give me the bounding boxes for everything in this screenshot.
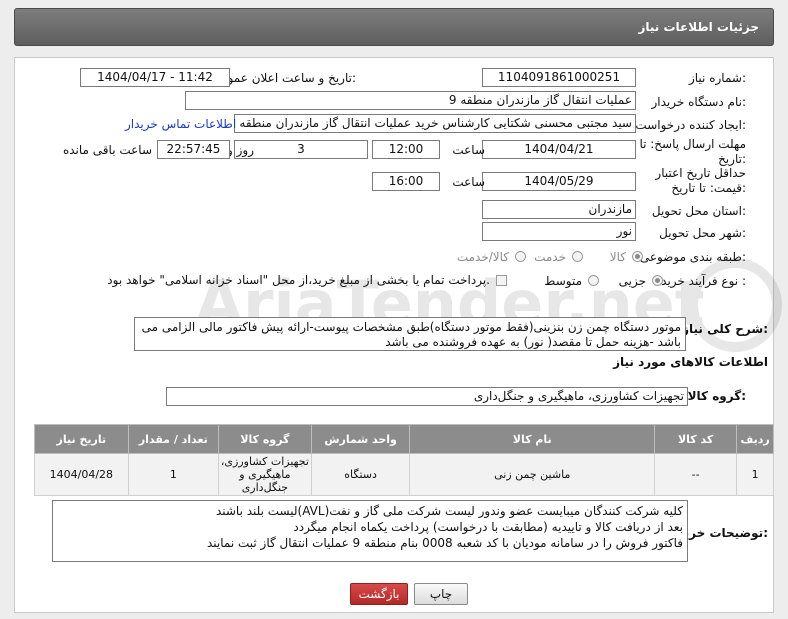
province-label: استان محل تحویل:	[651, 204, 746, 218]
announce-datetime-label: تاریخ و ساعت اعلان عمومی:	[211, 71, 356, 85]
requester-field: سید مجتبی محسنی شکتایی کارشناس خرید عملی…	[234, 114, 636, 133]
cell-goods-code: --	[654, 453, 738, 496]
general-desc-label: شرح کلی نیاز:	[682, 322, 768, 336]
process-minor-radio[interactable]	[652, 275, 663, 286]
buyer-notes-textarea: کلیه شرکت کنندگان میبایست عضو وندور لیست…	[52, 500, 688, 562]
cell-quantity: 1	[127, 453, 219, 496]
category-goods-radio[interactable]	[632, 251, 643, 262]
city-field: نور	[482, 222, 636, 241]
col-goods-name: نام کالا	[409, 424, 656, 454]
category-label: طبقه بندی موضوعی:	[639, 250, 746, 264]
treasury-payment-note: پرداخت تمام یا بخشی از مبلغ خرید،از محل …	[107, 273, 490, 287]
page-header: جزئیات اطلاعات نیاز	[14, 8, 774, 46]
category-goods-label: کالا	[609, 250, 626, 264]
need-number-label: شماره نیاز:	[688, 71, 746, 85]
process-minor-label: جزیی	[618, 274, 646, 288]
cell-goods-group: تجهیزات کشاورزی، ماهیگیری و جنگل‌داری	[217, 453, 312, 496]
remaining-time-field: 22:57:45	[157, 140, 230, 159]
cell-need-date: 1404/04/28	[34, 453, 129, 496]
col-goods-code: کد کالا	[654, 424, 738, 454]
col-quantity: تعداد / مقدار	[127, 424, 219, 454]
goods-group-field: تجهیزات کشاورزی، ماهیگیری و جنگل‌داری	[166, 387, 688, 406]
buyer-note-line-2: بعد از دریافت کالا و تاییدیه (مطابقت با …	[293, 520, 683, 534]
cell-goods-name: ماشین چمن زنی	[409, 453, 656, 496]
deadline-time-label: ساعت	[452, 143, 485, 157]
validity-time-field: 16:00	[372, 172, 440, 191]
city-label: شهر محل تحویل:	[659, 226, 746, 240]
treasury-payment-checkbox[interactable]	[496, 275, 507, 286]
col-row: ردیف	[736, 424, 774, 454]
requester-label: ایجاد کننده درخواست:	[635, 118, 746, 132]
need-number-field: 1104091861000251	[482, 68, 636, 87]
deadline-date-field: 1404/04/21	[482, 140, 636, 159]
price-validity-label: حداقل تاریخ اعتبار قیمت: تا تاریخ:	[655, 166, 746, 195]
category-both-label: کالا/خدمت	[456, 250, 509, 264]
category-service-label: خدمت	[534, 250, 566, 264]
table-row[interactable]: 1404/04/28 1 تجهیزات کشاورزی، ماهیگیری و…	[34, 453, 774, 496]
general-desc-textarea: موتور دستگاه چمن زن بنزینی(فقط موتور دست…	[134, 317, 686, 351]
category-both-radio[interactable]	[515, 251, 526, 262]
buyer-org-label: نام دستگاه خریدار:	[651, 95, 747, 109]
buyer-contact-link[interactable]: اطلاعات تماس خریدار	[125, 117, 236, 131]
remaining-time-label: ساعت باقی مانده	[62, 143, 152, 157]
goods-table-header: تاریخ نیاز تعداد / مقدار گروه کالا واحد …	[34, 424, 774, 454]
col-goods-group: گروه کالا	[217, 424, 312, 454]
announce-datetime-field: 1404/04/17 - 11:42	[80, 68, 230, 87]
print-button[interactable]: چاپ	[414, 583, 468, 605]
process-type-label: نوع فرآیند خرید :	[661, 274, 746, 288]
buyer-note-line-3: فاکتور فروش را در سامانه مودیان با کد شع…	[206, 536, 683, 550]
page-title: جزئیات اطلاعات نیاز	[638, 20, 759, 34]
process-medium-radio[interactable]	[588, 275, 599, 286]
province-field: مازندران	[482, 200, 636, 219]
deadline-time-field: 12:00	[372, 140, 440, 159]
col-need-date: تاریخ نیاز	[34, 424, 129, 454]
buyer-org-field: عملیات انتقال گاز مازندران منطقه 9	[185, 91, 636, 110]
cell-unit: دستگاه	[310, 453, 411, 496]
days-label: روز و	[227, 143, 254, 157]
goods-group-label: گروه کالا:	[687, 389, 746, 403]
category-service-radio[interactable]	[572, 251, 583, 262]
deadline-label: مهلت ارسال پاسخ: تا تاریخ:	[639, 137, 746, 166]
validity-time-label: ساعت	[452, 175, 485, 189]
process-medium-label: متوسط	[544, 274, 582, 288]
back-button[interactable]: بازگشت	[350, 583, 408, 605]
days-field: 3	[234, 140, 368, 159]
validity-date-field: 1404/05/29	[482, 172, 636, 191]
cell-row-number: 1	[736, 453, 774, 496]
buyer-note-line-1: کلیه شرکت کنندگان میبایست عضو وندور لیست…	[215, 504, 683, 518]
goods-section-title: اطلاعات کالاهای مورد نیاز	[613, 355, 768, 369]
goods-table: تاریخ نیاز تعداد / مقدار گروه کالا واحد …	[34, 424, 774, 496]
col-unit: واحد شمارش	[310, 424, 411, 454]
